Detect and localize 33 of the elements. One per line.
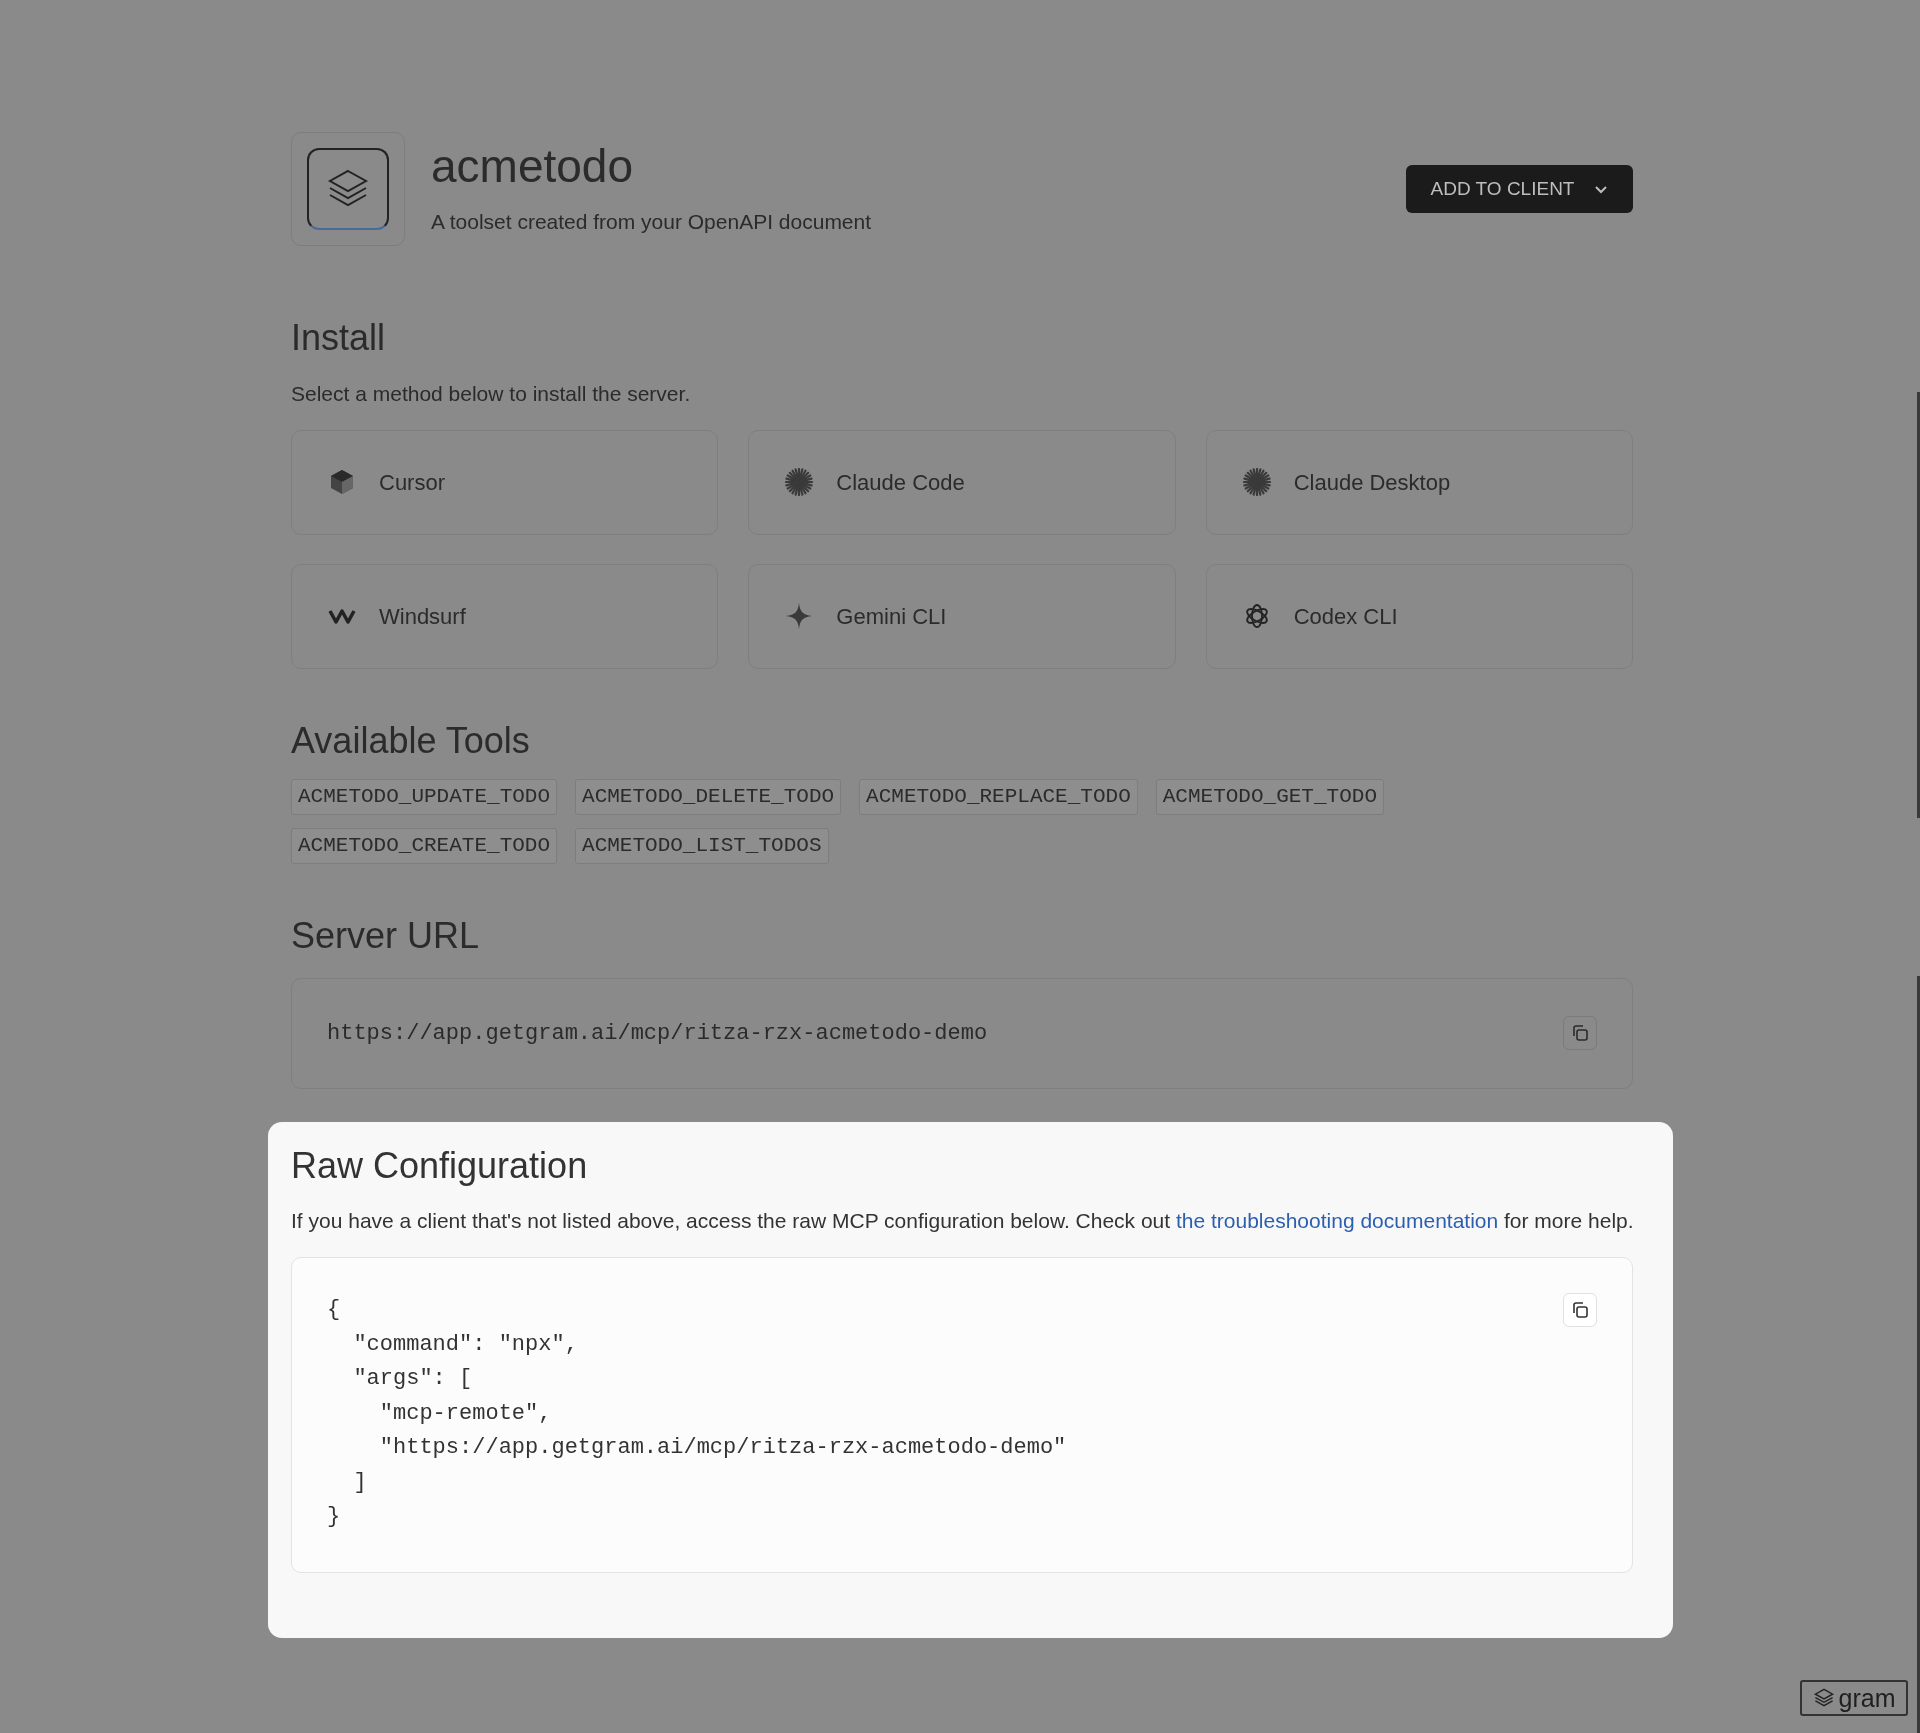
client-card[interactable]: Cursor [291,429,719,535]
client-card[interactable]: Codex CLI [1205,563,1633,669]
gram-badge[interactable]: gram [1800,1680,1908,1716]
troubleshooting-link[interactable]: the troubleshooting documentation [1175,1209,1499,1232]
client-card[interactable]: Gemini CLI [748,563,1176,669]
tool-tag: ACMETODO_UPDATE_TODO [291,778,558,815]
tool-tag: ACMETODO_GET_TODO [1155,778,1384,815]
section-paragraph: If you have a client that's not listed above, access the raw MCP configuration below. Check out the troubleshooting documentation for more help. [291,1208,1635,1234]
copy-icon [1571,1024,1589,1042]
section-heading: Available Tools [291,718,531,763]
tool-tag: ACMETODO_LIST_TODOS [575,827,829,864]
tool-tag: ACMETODO_CREATE_TODO [291,827,558,864]
section-subtitle: Select a method below to install the server. [291,381,692,407]
add-to-client-button[interactable]: ADD TO CLIENT [1406,165,1633,213]
toolset-description: A toolset created from your OpenAPI document [431,209,872,235]
stacked-layers-icon [1812,1688,1835,1708]
client-card[interactable]: Claude Desktop [1205,429,1633,535]
client-card[interactable]: Windsurf [291,563,719,669]
server-url: https://app.getgram.ai/mcp/ritza-rzx-acmetodo-demo [327,1019,988,1048]
starburst-icon [1242,468,1271,496]
copy-icon [1571,1301,1589,1319]
section-heading: Raw Configuration [291,1144,589,1188]
section-heading: Install [291,316,387,360]
toolset-name: acmetodo [431,140,634,192]
tool-tag: ACMETODO_DELETE_TODO [575,778,842,815]
cube-icon [328,468,356,496]
tool-tag: ACMETODO_REPLACE_TODO [859,778,1138,815]
section-heading: Server URL [291,913,481,958]
copy-button[interactable] [1563,1016,1597,1050]
client-card[interactable]: Claude Code [748,429,1176,535]
config-code: { "command": "npx", "args": [ "mcp-remote", "https://app.getgram.ai/mcp/ritza-rzx-acmetodo-demo" ] } [327,1296,1067,1531]
starburst-icon [785,468,814,496]
chevron-down-icon [1594,184,1609,194]
